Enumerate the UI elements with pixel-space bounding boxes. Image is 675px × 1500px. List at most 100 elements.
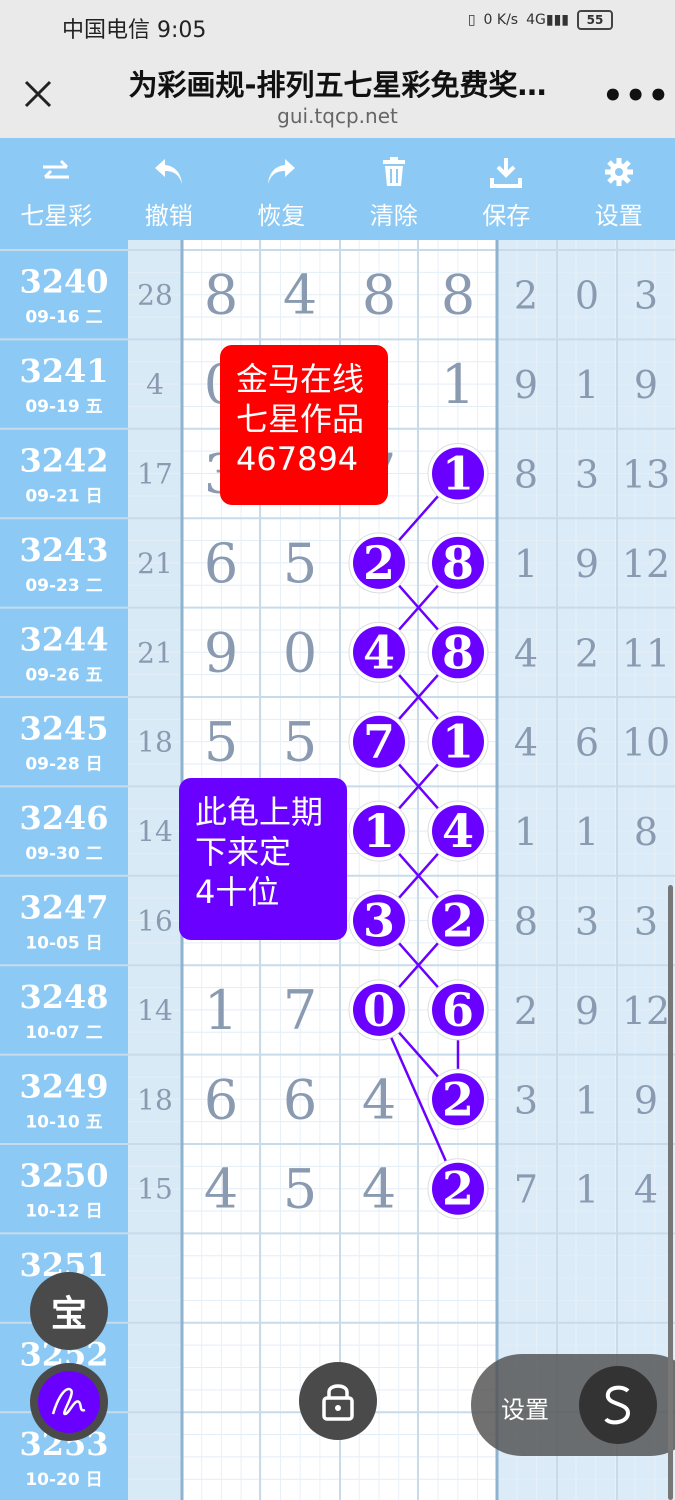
tool-label: 撤销: [144, 202, 193, 230]
battery-icon: 55: [577, 10, 613, 30]
note-line: 此龟上期: [195, 793, 324, 831]
circled-digit[interactable]: 1: [427, 443, 489, 504]
tail-cell: 1: [575, 1078, 599, 1122]
digit-cell[interactable]: 5: [283, 711, 317, 774]
issue-date: 09-30 二: [25, 844, 102, 864]
tool-qixingcai-button[interactable]: 七星彩: [0, 138, 113, 240]
lock-button[interactable]: [299, 1362, 377, 1440]
digit-cell[interactable]: 1: [204, 979, 238, 1042]
digit-cell[interactable]: 6: [283, 1068, 317, 1131]
digit-cell[interactable]: 8: [204, 264, 238, 327]
circled-digit[interactable]: 4: [427, 800, 489, 862]
circled-digit[interactable]: 1: [348, 800, 410, 862]
redo-button[interactable]: 恢复: [225, 138, 338, 240]
circled-digit[interactable]: 8: [427, 621, 489, 683]
row-sum: 4: [146, 368, 164, 401]
circled-digit-value: 6: [442, 983, 474, 1037]
scrollbar[interactable]: [668, 885, 673, 1500]
swap-icon: [41, 152, 71, 192]
tail-cell: 6: [575, 721, 599, 765]
tool-label: 设置: [594, 202, 643, 230]
tool-label: 恢复: [257, 202, 306, 230]
issue-number: 3240: [19, 263, 108, 301]
circled-digit-value: 1: [363, 804, 395, 858]
digit-cell[interactable]: 4: [362, 1158, 396, 1221]
tail-cell: 9: [514, 363, 538, 407]
tail-cell: 9: [575, 989, 599, 1033]
issue-number: 3245: [19, 710, 108, 748]
settings-button[interactable]: 设置: [563, 138, 675, 240]
digit-cell[interactable]: 8: [362, 264, 396, 327]
download-icon: [490, 152, 523, 192]
tail-cell: 3: [575, 453, 599, 497]
tail-cell: 4: [514, 631, 538, 675]
browser-header: 为彩画规-排列五七星彩免费奖… gui.tqcp.net •••: [0, 50, 675, 138]
tail-cell: 7: [514, 1168, 538, 1212]
digit-cell[interactable]: 5: [283, 532, 317, 595]
tail-cell: 2: [575, 631, 599, 675]
tail-cell: 11: [622, 631, 670, 675]
digit-cell[interactable]: 6: [204, 1068, 238, 1131]
circled-digit[interactable]: 8: [427, 532, 489, 594]
digit-cell[interactable]: 5: [283, 1158, 317, 1221]
digit-cell[interactable]: 6: [204, 532, 238, 595]
circled-digit[interactable]: 2: [348, 532, 410, 594]
tail-cell: 3: [634, 900, 658, 944]
digit-cell[interactable]: 4: [362, 1068, 396, 1131]
issue-date: 09-23 二: [25, 576, 102, 596]
page-domain: gui.tqcp.net: [277, 104, 398, 128]
digit-cell[interactable]: 1: [441, 353, 475, 416]
circled-digit-value: 2: [442, 894, 474, 948]
pen-button[interactable]: [30, 1363, 108, 1441]
digit-cell[interactable]: 0: [283, 621, 317, 684]
circled-digit-value: 8: [442, 536, 474, 590]
close-icon[interactable]: [22, 78, 54, 110]
circled-digit[interactable]: 0: [348, 979, 410, 1041]
settings-pill-label: 设置: [501, 1396, 549, 1424]
digit-cell[interactable]: 4: [204, 1158, 238, 1221]
digit-cell[interactable]: 7: [283, 979, 317, 1042]
issue-number: 3246: [19, 799, 108, 837]
redo-icon: [265, 152, 297, 192]
digit-cell[interactable]: 4: [283, 264, 317, 327]
circled-digit[interactable]: 7: [348, 711, 410, 773]
circled-digit[interactable]: 6: [427, 979, 489, 1041]
circled-digit-value: 1: [442, 447, 474, 501]
note-purple[interactable]: 此龟上期 下来定 4十位: [179, 778, 347, 940]
circled-digit[interactable]: 4: [348, 621, 410, 683]
circled-digit-value: 2: [442, 1072, 474, 1126]
settings-pill[interactable]: 设置: [471, 1354, 675, 1456]
note-line: 下来定: [195, 833, 292, 871]
digit-cell[interactable]: 8: [441, 264, 475, 327]
digit-cell[interactable]: 9: [204, 621, 238, 684]
issue-date: 09-16 二: [25, 308, 102, 328]
issue-date: 10-05 日: [25, 934, 102, 954]
issue-date: 09-19 五: [25, 397, 102, 417]
undo-button[interactable]: 撤销: [113, 138, 226, 240]
circled-digit-value: 0: [363, 983, 395, 1037]
tail-cell: 1: [514, 810, 538, 854]
circled-digit[interactable]: 3: [348, 890, 410, 951]
digit-cell[interactable]: 5: [204, 711, 238, 774]
save-button[interactable]: 保存: [450, 138, 563, 240]
circled-digit[interactable]: 2: [427, 1068, 489, 1130]
bao-button[interactable]: 宝: [30, 1272, 108, 1350]
issue-number: 3241: [19, 352, 108, 390]
row-sum: 28: [137, 279, 173, 312]
issue-number: 3243: [19, 531, 108, 569]
tail-cell: 13: [622, 453, 670, 497]
row-sum: 21: [137, 547, 173, 580]
row-sum: 18: [137, 1083, 173, 1116]
tail-cell: 1: [575, 363, 599, 407]
s-logo-icon[interactable]: [579, 1366, 657, 1444]
circled-digit[interactable]: 1: [427, 711, 489, 773]
circled-digit[interactable]: 2: [427, 890, 489, 951]
circled-digit[interactable]: 2: [427, 1158, 489, 1220]
tail-cell: 4: [514, 721, 538, 765]
issue-number: 3248: [19, 978, 108, 1016]
tool-label: 保存: [482, 202, 531, 230]
net-speed: 0 K/s: [483, 12, 519, 28]
note-red[interactable]: 金马在线 七星作品 467894: [220, 345, 388, 505]
clear-button[interactable]: 清除: [338, 138, 451, 240]
more-icon[interactable]: •••: [602, 76, 670, 116]
